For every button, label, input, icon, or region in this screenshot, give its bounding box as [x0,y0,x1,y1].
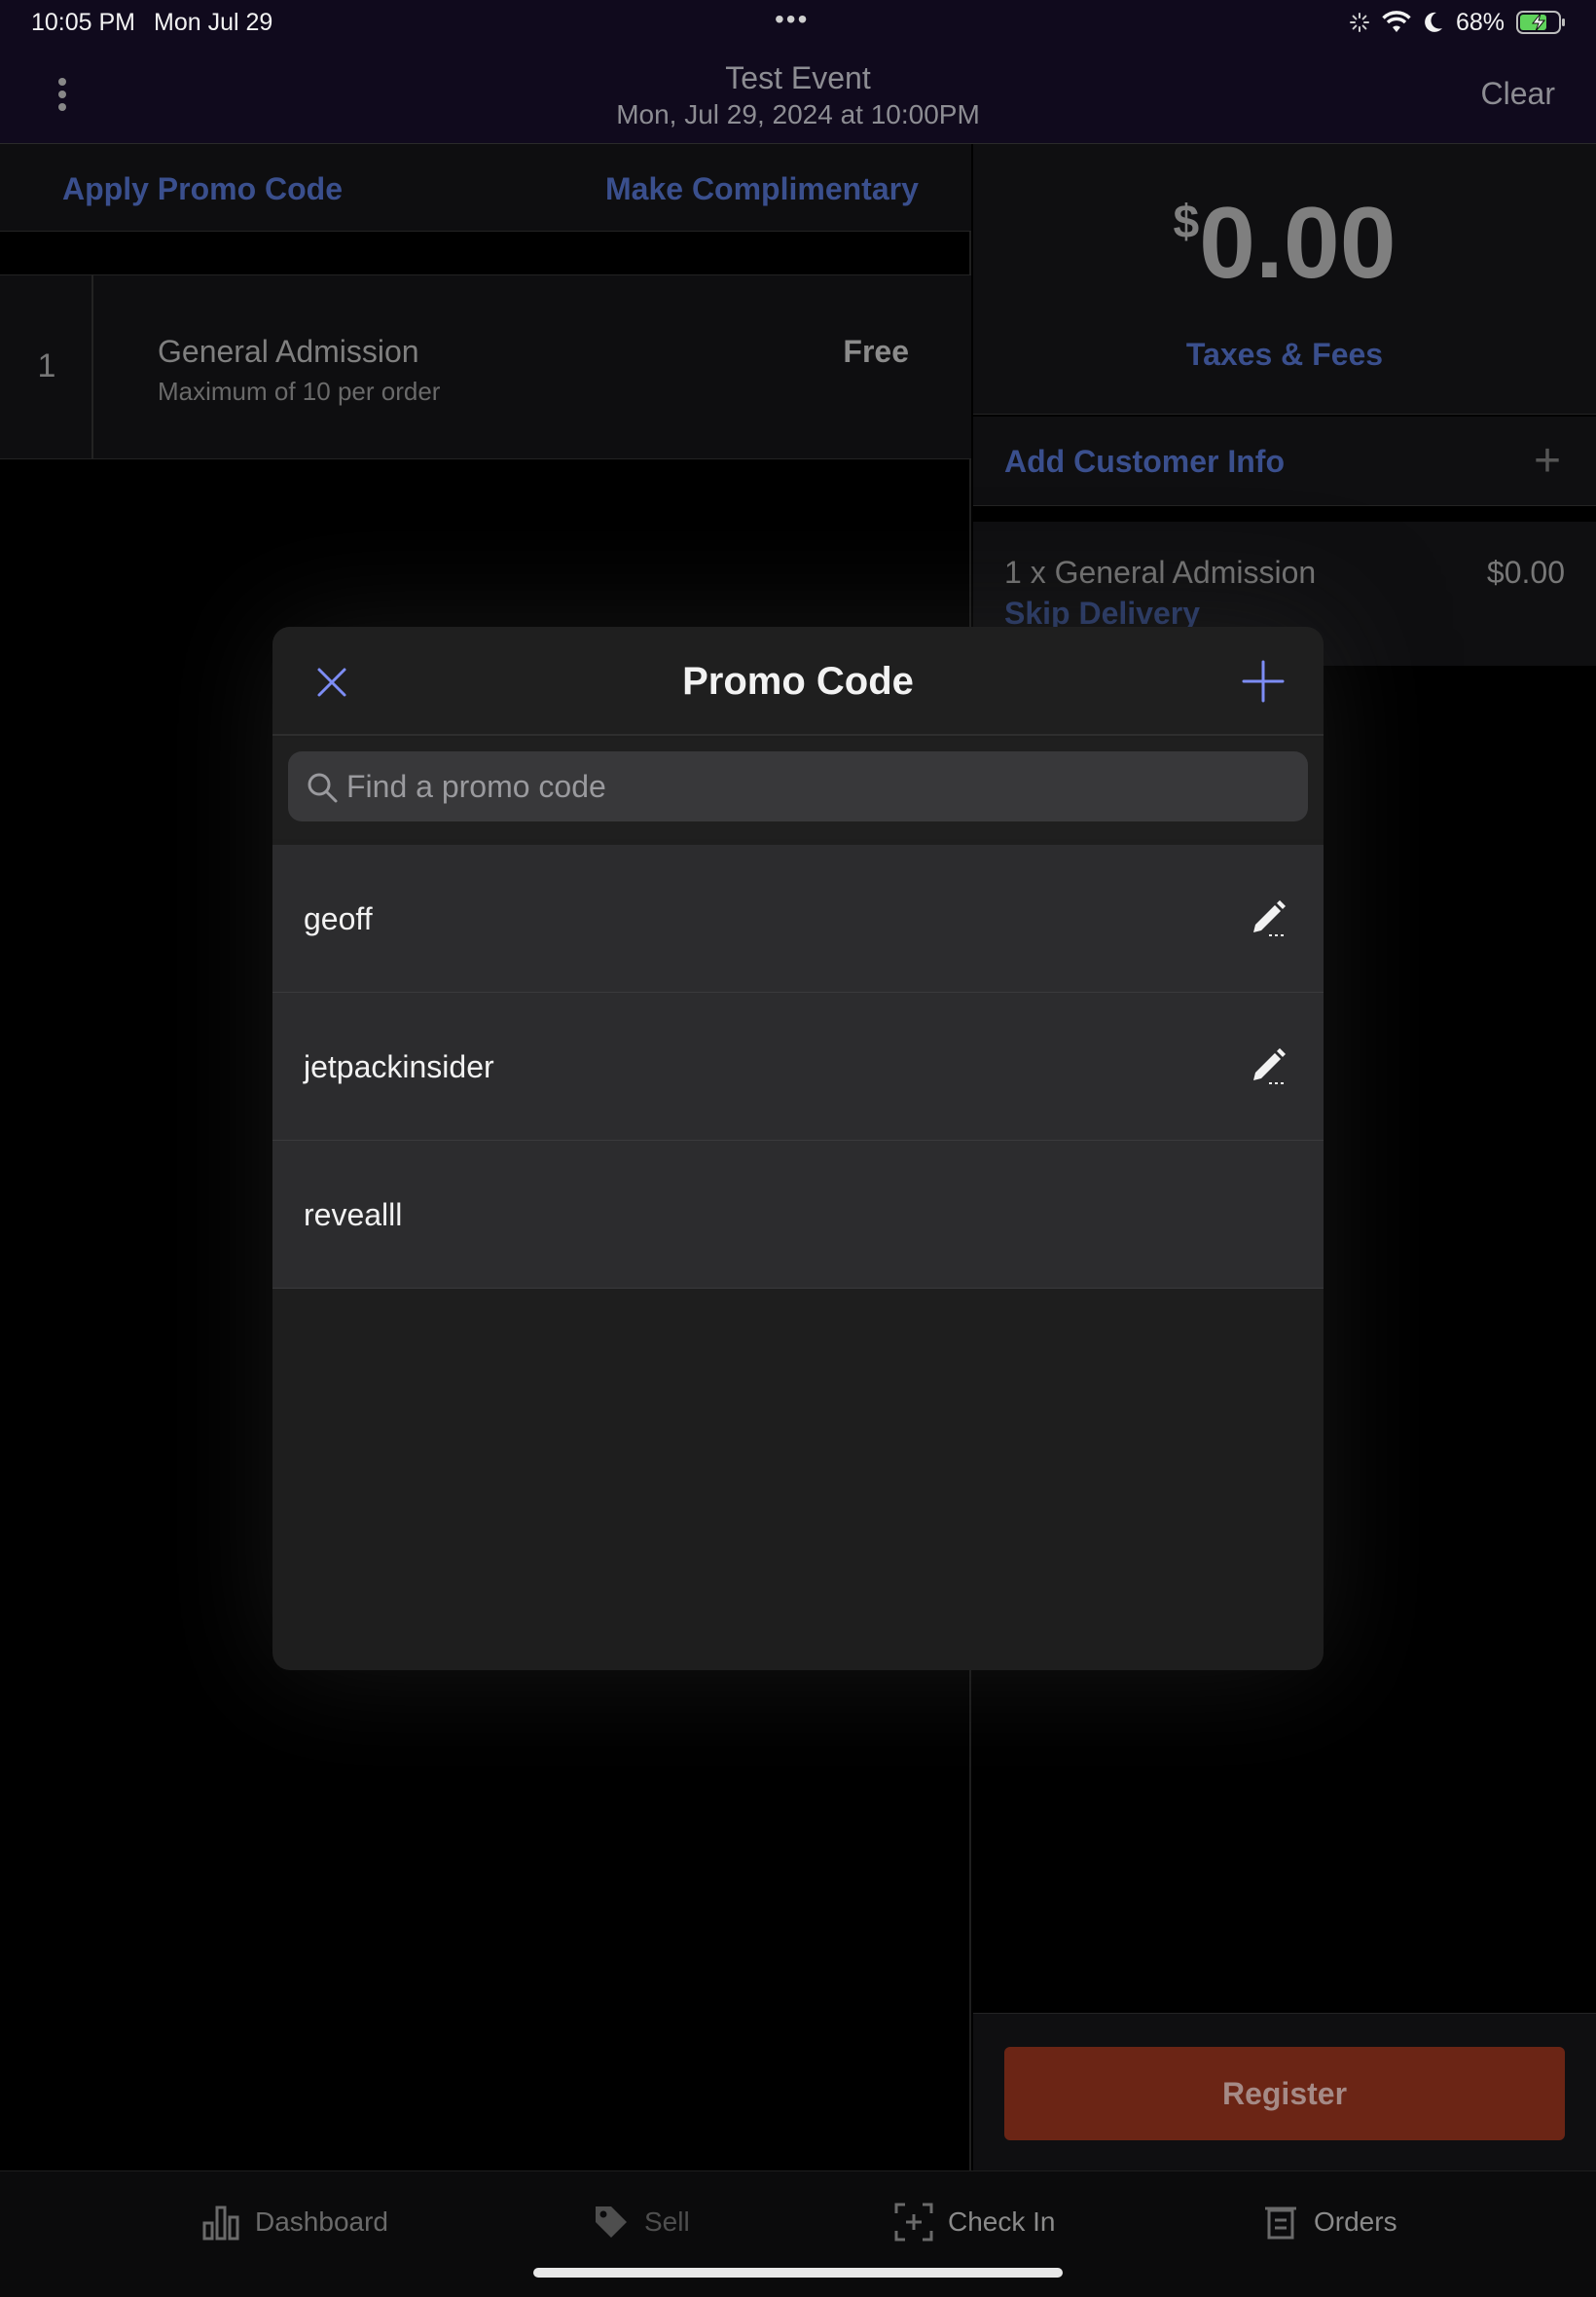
tag-icon [596,2206,627,2238]
battery-percent: 68% [1455,8,1505,36]
tab-check-in[interactable]: Check In [893,2201,1056,2243]
promo-code-row[interactable]: revealll [272,1141,1324,1289]
edit-pencil-icon[interactable] [1248,895,1290,938]
clear-button[interactable]: Clear [1481,76,1555,112]
add-customer-info-label: Add Customer Info [1004,444,1285,479]
currency-symbol: $ [1173,197,1200,248]
status-date: Mon Jul 29 [154,9,273,36]
promo-code-modal: Promo Code geoff [272,627,1324,1670]
ticket-price: Free [843,334,909,369]
promo-action-bar: Apply Promo Code Make Complimentary [0,144,971,232]
scan-icon [894,2203,933,2242]
ticket-limit: Maximum of 10 per order [158,377,441,406]
promo-search-input[interactable] [346,751,1281,821]
status-bar: 10:05 PM Mon Jul 29 ••• 68% [0,0,1596,47]
make-complimentary-button[interactable]: Make Complimentary [605,171,919,207]
promo-code-list: geoff jetpackinsider revealll [272,845,1324,1289]
ticket-quantity: 1 [37,347,56,384]
apply-promo-code-button[interactable]: Apply Promo Code [62,171,343,207]
event-header: Test Event Mon, Jul 29, 2024 at 10:00PM … [0,47,1596,144]
ticket-name: General Admission [158,334,419,369]
event-title: Test Event [725,60,871,95]
add-promo-code-icon[interactable] [1240,658,1287,705]
promo-code-row[interactable]: jetpackinsider [272,993,1324,1141]
bar-chart-icon [202,2206,239,2241]
tab-orders[interactable]: Orders [1261,2201,1397,2243]
search-box[interactable] [288,751,1308,821]
order-line-amount: $0.00 [1486,555,1565,590]
register-area: Register [973,2013,1596,2170]
order-total: $0.00 Taxes & Fees [973,144,1596,415]
ticket-quantity-cell[interactable]: 1 [0,275,93,458]
edit-pencil-icon[interactable] [1248,1043,1290,1086]
tab-sell-label: Sell [644,2206,690,2237]
home-indicator[interactable] [533,2268,1063,2278]
total-value: 0.00 [1199,187,1396,300]
activity-spinner-icon [1349,13,1369,32]
total-amount: $0.00 [973,189,1596,298]
promo-code-name: jetpackinsider [304,1049,494,1084]
search-bar-area [272,738,1324,839]
tab-dashboard-label: Dashboard [255,2206,388,2237]
tab-check-in-label: Check In [948,2206,1056,2237]
promo-code-name: revealll [304,1197,403,1232]
add-customer-info-row[interactable]: Add Customer Info + [973,417,1596,506]
bottom-tab-bar: Dashboard Sell Check In Orders [0,2170,1596,2297]
tab-orders-label: Orders [1314,2206,1397,2237]
multitasking-dots[interactable]: ••• [775,4,809,35]
event-datetime: Mon, Jul 29, 2024 at 10:00PM [616,99,980,129]
wifi-icon [1382,11,1411,32]
order-line-description: 1 x General Admission [1004,555,1317,590]
status-indicators: 68% [1349,8,1567,37]
app-root: 10:05 PM Mon Jul 29 ••• 68% Test Event M… [0,0,1596,2297]
add-customer-plus-icon[interactable]: + [1534,438,1561,485]
receipt-icon [1265,2206,1296,2240]
moon-icon [1425,12,1442,32]
status-time: 10:05 PM [31,9,136,36]
tab-dashboard[interactable]: Dashboard [200,2201,388,2243]
taxes-fees-link[interactable]: Taxes & Fees [973,337,1596,373]
tab-sell[interactable]: Sell [592,2201,690,2243]
search-icon [308,773,338,803]
modal-title: Promo Code [682,660,914,703]
promo-code-row[interactable]: geoff [272,845,1324,993]
battery-charging-icon [1516,11,1565,34]
modal-header: Promo Code [272,627,1324,736]
ticket-row[interactable]: 1 General Admission Maximum of 10 per or… [0,274,971,459]
register-button[interactable]: Register [1004,2047,1565,2140]
promo-code-name: geoff [304,901,373,936]
